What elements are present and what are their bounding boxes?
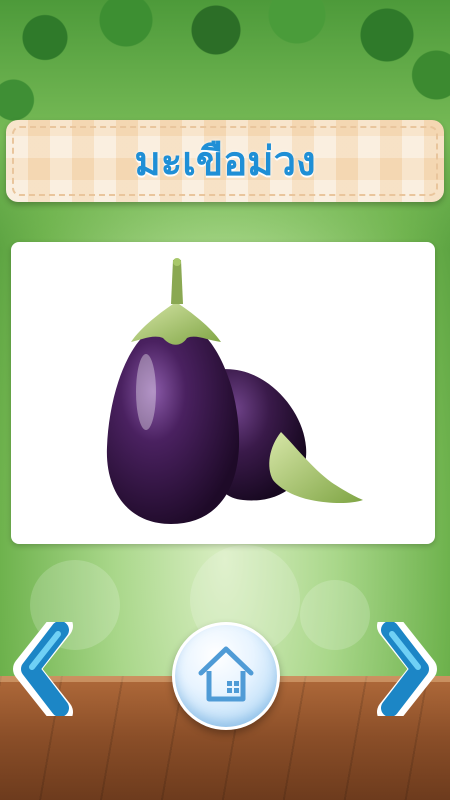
home-button[interactable] — [172, 622, 280, 730]
chevron-left-icon — [13, 613, 73, 725]
eggplant-image — [106, 258, 363, 524]
next-button[interactable] — [374, 613, 440, 725]
bokeh-light — [300, 580, 370, 650]
image-card — [11, 242, 435, 544]
previous-button[interactable] — [10, 613, 76, 725]
page-title: มะเขือม่วง — [134, 139, 316, 185]
home-icon — [198, 646, 254, 702]
chevron-right-icon — [377, 613, 437, 725]
title-banner: มะเขือม่วง — [6, 120, 444, 202]
